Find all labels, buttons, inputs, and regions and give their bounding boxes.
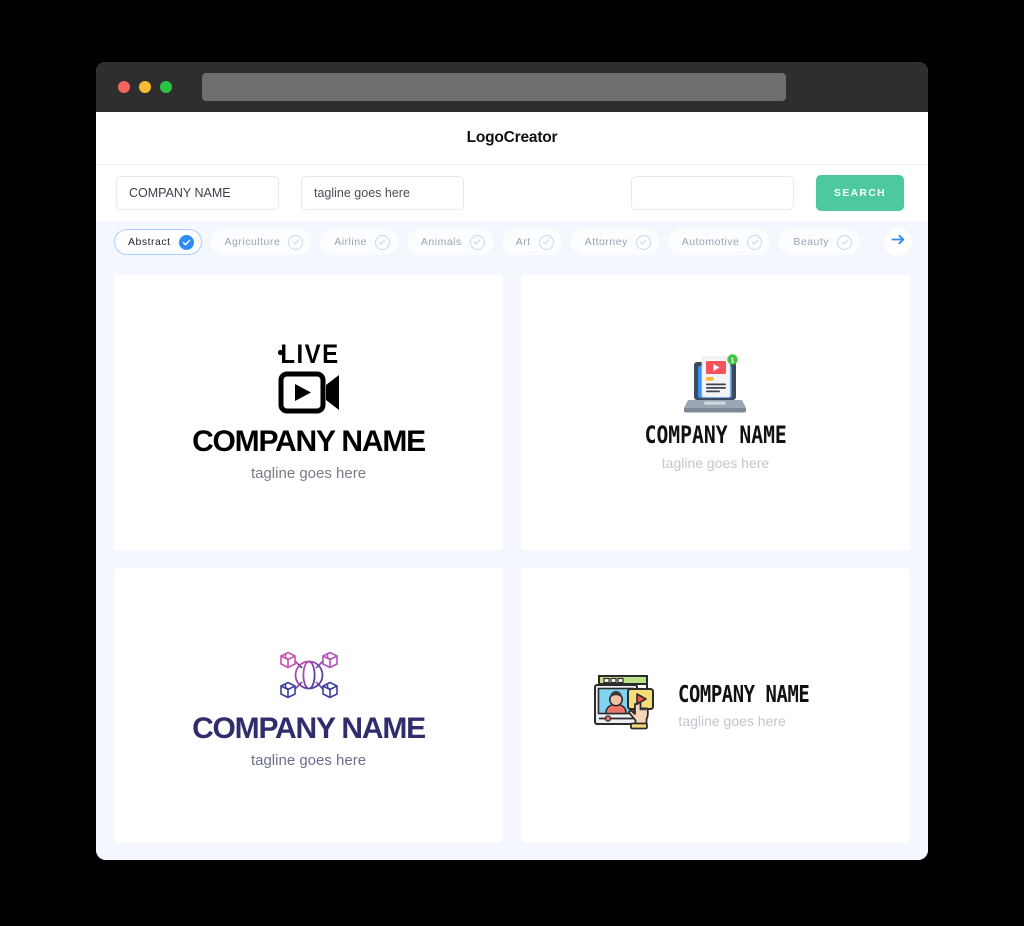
logo-company-name: COMPANY NAME: [678, 682, 810, 708]
page-title: LogoCreator: [466, 129, 558, 146]
logo-tagline: tagline goes here: [250, 751, 367, 769]
category-chip-label: Abstract: [128, 236, 171, 248]
logo-company-name: COMPANY NAME: [644, 421, 787, 449]
svg-text:LIVE: LIVE: [280, 344, 339, 369]
maximize-window-button[interactable]: [160, 81, 172, 93]
category-chip-airline[interactable]: Airline: [320, 229, 398, 255]
logo-card[interactable]: LIVE COMPANY NAME tagline goes here: [114, 275, 503, 550]
video-player-click-icon: [592, 672, 662, 739]
notification-badge-count: 1: [731, 357, 735, 364]
category-chip-attorney[interactable]: Attorney: [570, 229, 659, 255]
check-circle-outline-icon: [288, 234, 304, 250]
arrow-right-icon: [891, 233, 906, 251]
category-chip-label: Art: [515, 236, 531, 248]
company-name-input[interactable]: [116, 176, 279, 210]
check-circle-outline-icon: [374, 234, 390, 250]
browser-window: LogoCreator SEARCH Abstract Agriculture …: [96, 62, 928, 860]
logo-tagline: tagline goes here: [678, 713, 786, 729]
keyword-input[interactable]: [631, 176, 794, 210]
close-window-button[interactable]: [118, 81, 130, 93]
category-chip-agriculture[interactable]: Agriculture: [210, 229, 312, 255]
window-controls: [118, 81, 172, 93]
category-chip-abstract[interactable]: Abstract: [114, 229, 202, 255]
check-circle-outline-icon: [837, 234, 853, 250]
check-circle-filled-icon: [178, 234, 194, 250]
browser-titlebar: [96, 62, 928, 112]
category-chip-art[interactable]: Art: [501, 229, 562, 255]
check-circle-outline-icon: [635, 234, 651, 250]
logo-card[interactable]: COMPANY NAME tagline goes here: [521, 568, 910, 843]
live-video-camera-icon: LIVE: [269, 339, 349, 425]
logo-company-name: COMPANY NAME: [192, 424, 426, 458]
minimize-window-button[interactable]: [139, 81, 151, 93]
tagline-input[interactable]: [301, 176, 464, 210]
address-bar[interactable]: [202, 73, 786, 101]
logo-tagline: tagline goes here: [250, 464, 367, 482]
logo-results-grid: LIVE COMPANY NAME tagline goes here 1 CO…: [96, 263, 928, 860]
category-chip-label: Airline: [334, 236, 367, 248]
category-chip-label: Beauty: [793, 236, 830, 248]
app-header: LogoCreator: [96, 112, 928, 165]
category-chip-automotive[interactable]: Automotive: [667, 229, 771, 255]
logo-card[interactable]: 1 COMPANY NAME tagline goes here: [521, 275, 910, 550]
search-button[interactable]: SEARCH: [816, 175, 904, 211]
logo-card[interactable]: COMPANY NAME tagline goes here: [114, 568, 503, 843]
laptop-video-article-icon: 1: [682, 354, 748, 421]
globe-boxes-network-icon: [271, 643, 347, 712]
category-filter-bar: Abstract Agriculture Airline Animals Art: [96, 221, 928, 263]
category-chip-label: Animals: [420, 236, 462, 248]
check-circle-outline-icon: [538, 234, 554, 250]
category-chip-label: Attorney: [584, 236, 628, 248]
category-next-button[interactable]: [884, 228, 912, 256]
category-chip-beauty[interactable]: Beauty: [779, 229, 861, 255]
category-chip-animals[interactable]: Animals: [406, 229, 493, 255]
check-circle-outline-icon: [747, 234, 763, 250]
check-circle-outline-icon: [469, 234, 485, 250]
category-chip-label: Automotive: [681, 236, 740, 248]
logo-company-name: COMPANY NAME: [192, 711, 426, 745]
logo-tagline: tagline goes here: [661, 455, 770, 471]
search-toolbar: SEARCH: [96, 165, 928, 221]
category-chip-label: Agriculture: [224, 236, 281, 248]
